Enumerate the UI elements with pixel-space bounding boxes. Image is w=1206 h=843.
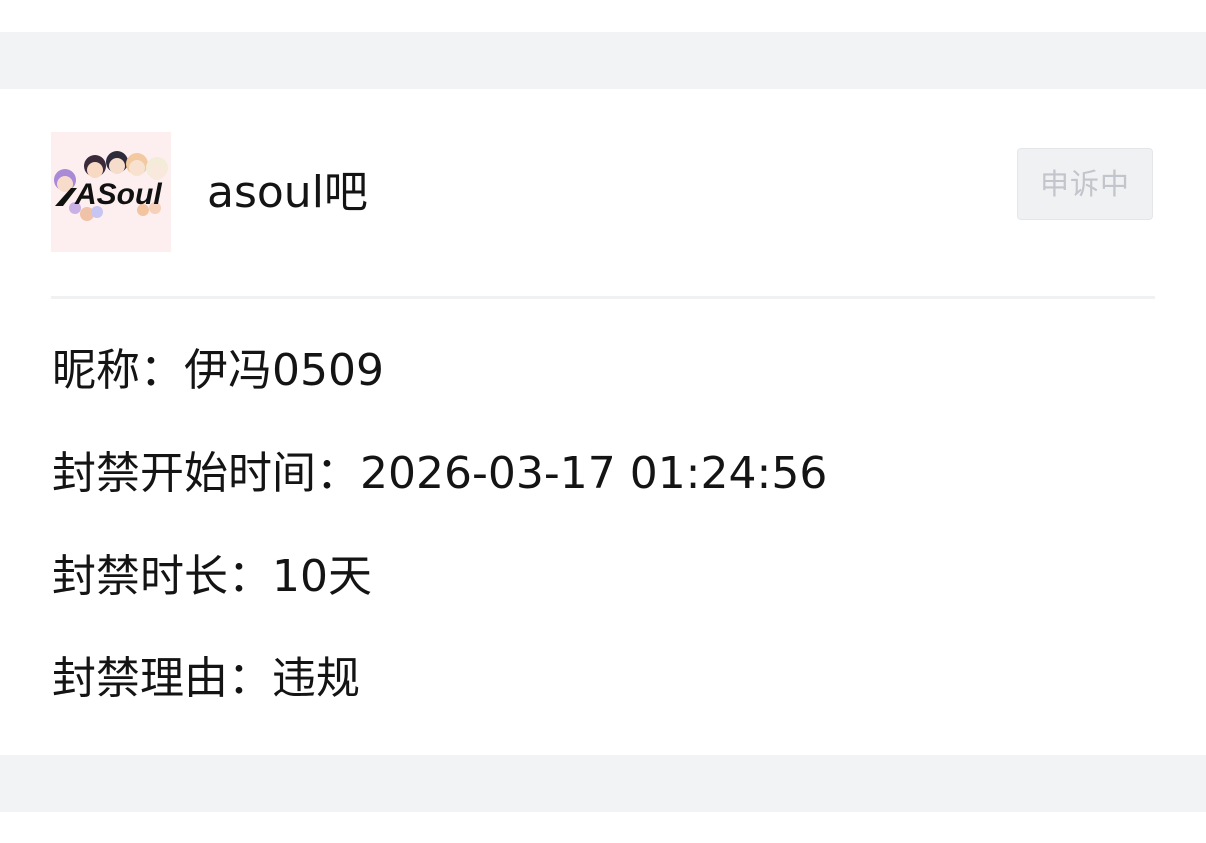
appeal-status-button[interactable]: 申诉中 bbox=[1017, 148, 1153, 220]
ban-start-value: 2026-03-17 01:24:56 bbox=[360, 448, 828, 499]
ban-reason-row: 封禁理由：违规 bbox=[52, 649, 360, 709]
nickname-value: 伊冯0509 bbox=[184, 345, 384, 396]
ban-start-label: 封禁开始时间： bbox=[52, 448, 360, 499]
asoul-logo-icon: ASoul bbox=[51, 132, 171, 252]
ban-reason-label: 封禁理由： bbox=[52, 653, 272, 704]
forum-avatar[interactable]: ASoul bbox=[51, 132, 171, 252]
top-spacer-band bbox=[0, 32, 1206, 89]
bottom-spacer-band bbox=[0, 755, 1206, 812]
ban-notice-page: ASoul asoul吧 申诉中 昵称：伊冯0509 封禁开始时间：2026-0… bbox=[0, 0, 1206, 843]
ban-info-card: ASoul asoul吧 申诉中 昵称：伊冯0509 封禁开始时间：2026-0… bbox=[0, 89, 1206, 755]
ban-duration-value: 10天 bbox=[272, 551, 372, 602]
forum-name[interactable]: asoul吧 bbox=[207, 161, 368, 225]
nickname-row: 昵称：伊冯0509 bbox=[52, 341, 384, 401]
ban-duration-label: 封禁时长： bbox=[52, 551, 272, 602]
svg-text:ASoul: ASoul bbox=[74, 178, 162, 211]
divider bbox=[51, 296, 1155, 299]
ban-reason-value: 违规 bbox=[272, 653, 360, 704]
ban-duration-row: 封禁时长：10天 bbox=[52, 547, 372, 607]
ban-start-row: 封禁开始时间：2026-03-17 01:24:56 bbox=[52, 444, 827, 504]
nickname-label: 昵称： bbox=[52, 345, 184, 396]
